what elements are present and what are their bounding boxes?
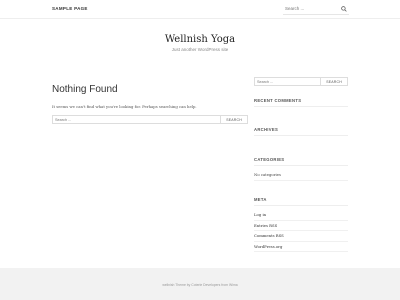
list-item: No categories bbox=[254, 170, 348, 181]
main-search-form: SEARCH bbox=[52, 115, 248, 124]
sidebar-search-input[interactable] bbox=[257, 78, 312, 85]
top-bar: SAMPLE PAGE bbox=[0, 0, 400, 19]
widget-meta: META Log in Entries RSS Comments RSS Wor… bbox=[254, 197, 348, 252]
sidebar-search-button[interactable]: SEARCH bbox=[320, 77, 348, 86]
widget-archives: ARCHIVES bbox=[254, 127, 348, 140]
main-search-input[interactable] bbox=[55, 116, 215, 123]
nav-item-sample-page[interactable]: SAMPLE PAGE bbox=[52, 6, 88, 11]
widget-title: CATEGORIES bbox=[254, 157, 348, 166]
meta-link-login[interactable]: Log in bbox=[254, 212, 266, 217]
site-description: Just another WordPress site bbox=[171, 47, 229, 52]
list-item: WordPress.org bbox=[254, 242, 348, 252]
sidebar-search-form: SEARCH bbox=[254, 77, 348, 86]
widget-categories: CATEGORIES No categories bbox=[254, 157, 348, 181]
main-content: Nothing Found It seems we can't find wha… bbox=[52, 84, 248, 124]
widget-title: META bbox=[254, 197, 348, 206]
sidebar: SEARCH RECENT COMMENTS ARCHIVES CATEGORI… bbox=[254, 77, 348, 252]
not-found-message: It seems we can't find what you're looki… bbox=[52, 104, 197, 109]
meta-link-wordpress-org[interactable]: WordPress.org bbox=[254, 244, 282, 249]
search-icon[interactable] bbox=[341, 6, 347, 12]
widget-recent-comments: RECENT COMMENTS bbox=[254, 98, 348, 111]
list-item: Comments RSS bbox=[254, 231, 348, 242]
widget-title: RECENT COMMENTS bbox=[254, 98, 348, 107]
header-search bbox=[283, 4, 349, 15]
meta-link-entries-rss[interactable]: Entries RSS bbox=[254, 223, 277, 228]
page-title: Nothing Found bbox=[52, 84, 118, 95]
main-search-button[interactable]: SEARCH bbox=[220, 115, 248, 124]
footer-credit: wellnish Theme by Coterie Developers fro… bbox=[162, 283, 238, 287]
widget-title: ARCHIVES bbox=[254, 127, 348, 136]
header-search-input[interactable] bbox=[283, 4, 341, 13]
meta-link-comments-rss[interactable]: Comments RSS bbox=[254, 233, 284, 238]
list-item: Log in bbox=[254, 210, 348, 221]
list-item: Entries RSS bbox=[254, 221, 348, 231]
footer: wellnish Theme by Coterie Developers fro… bbox=[0, 268, 400, 300]
site-title[interactable]: Wellnish Yoga bbox=[0, 34, 400, 45]
